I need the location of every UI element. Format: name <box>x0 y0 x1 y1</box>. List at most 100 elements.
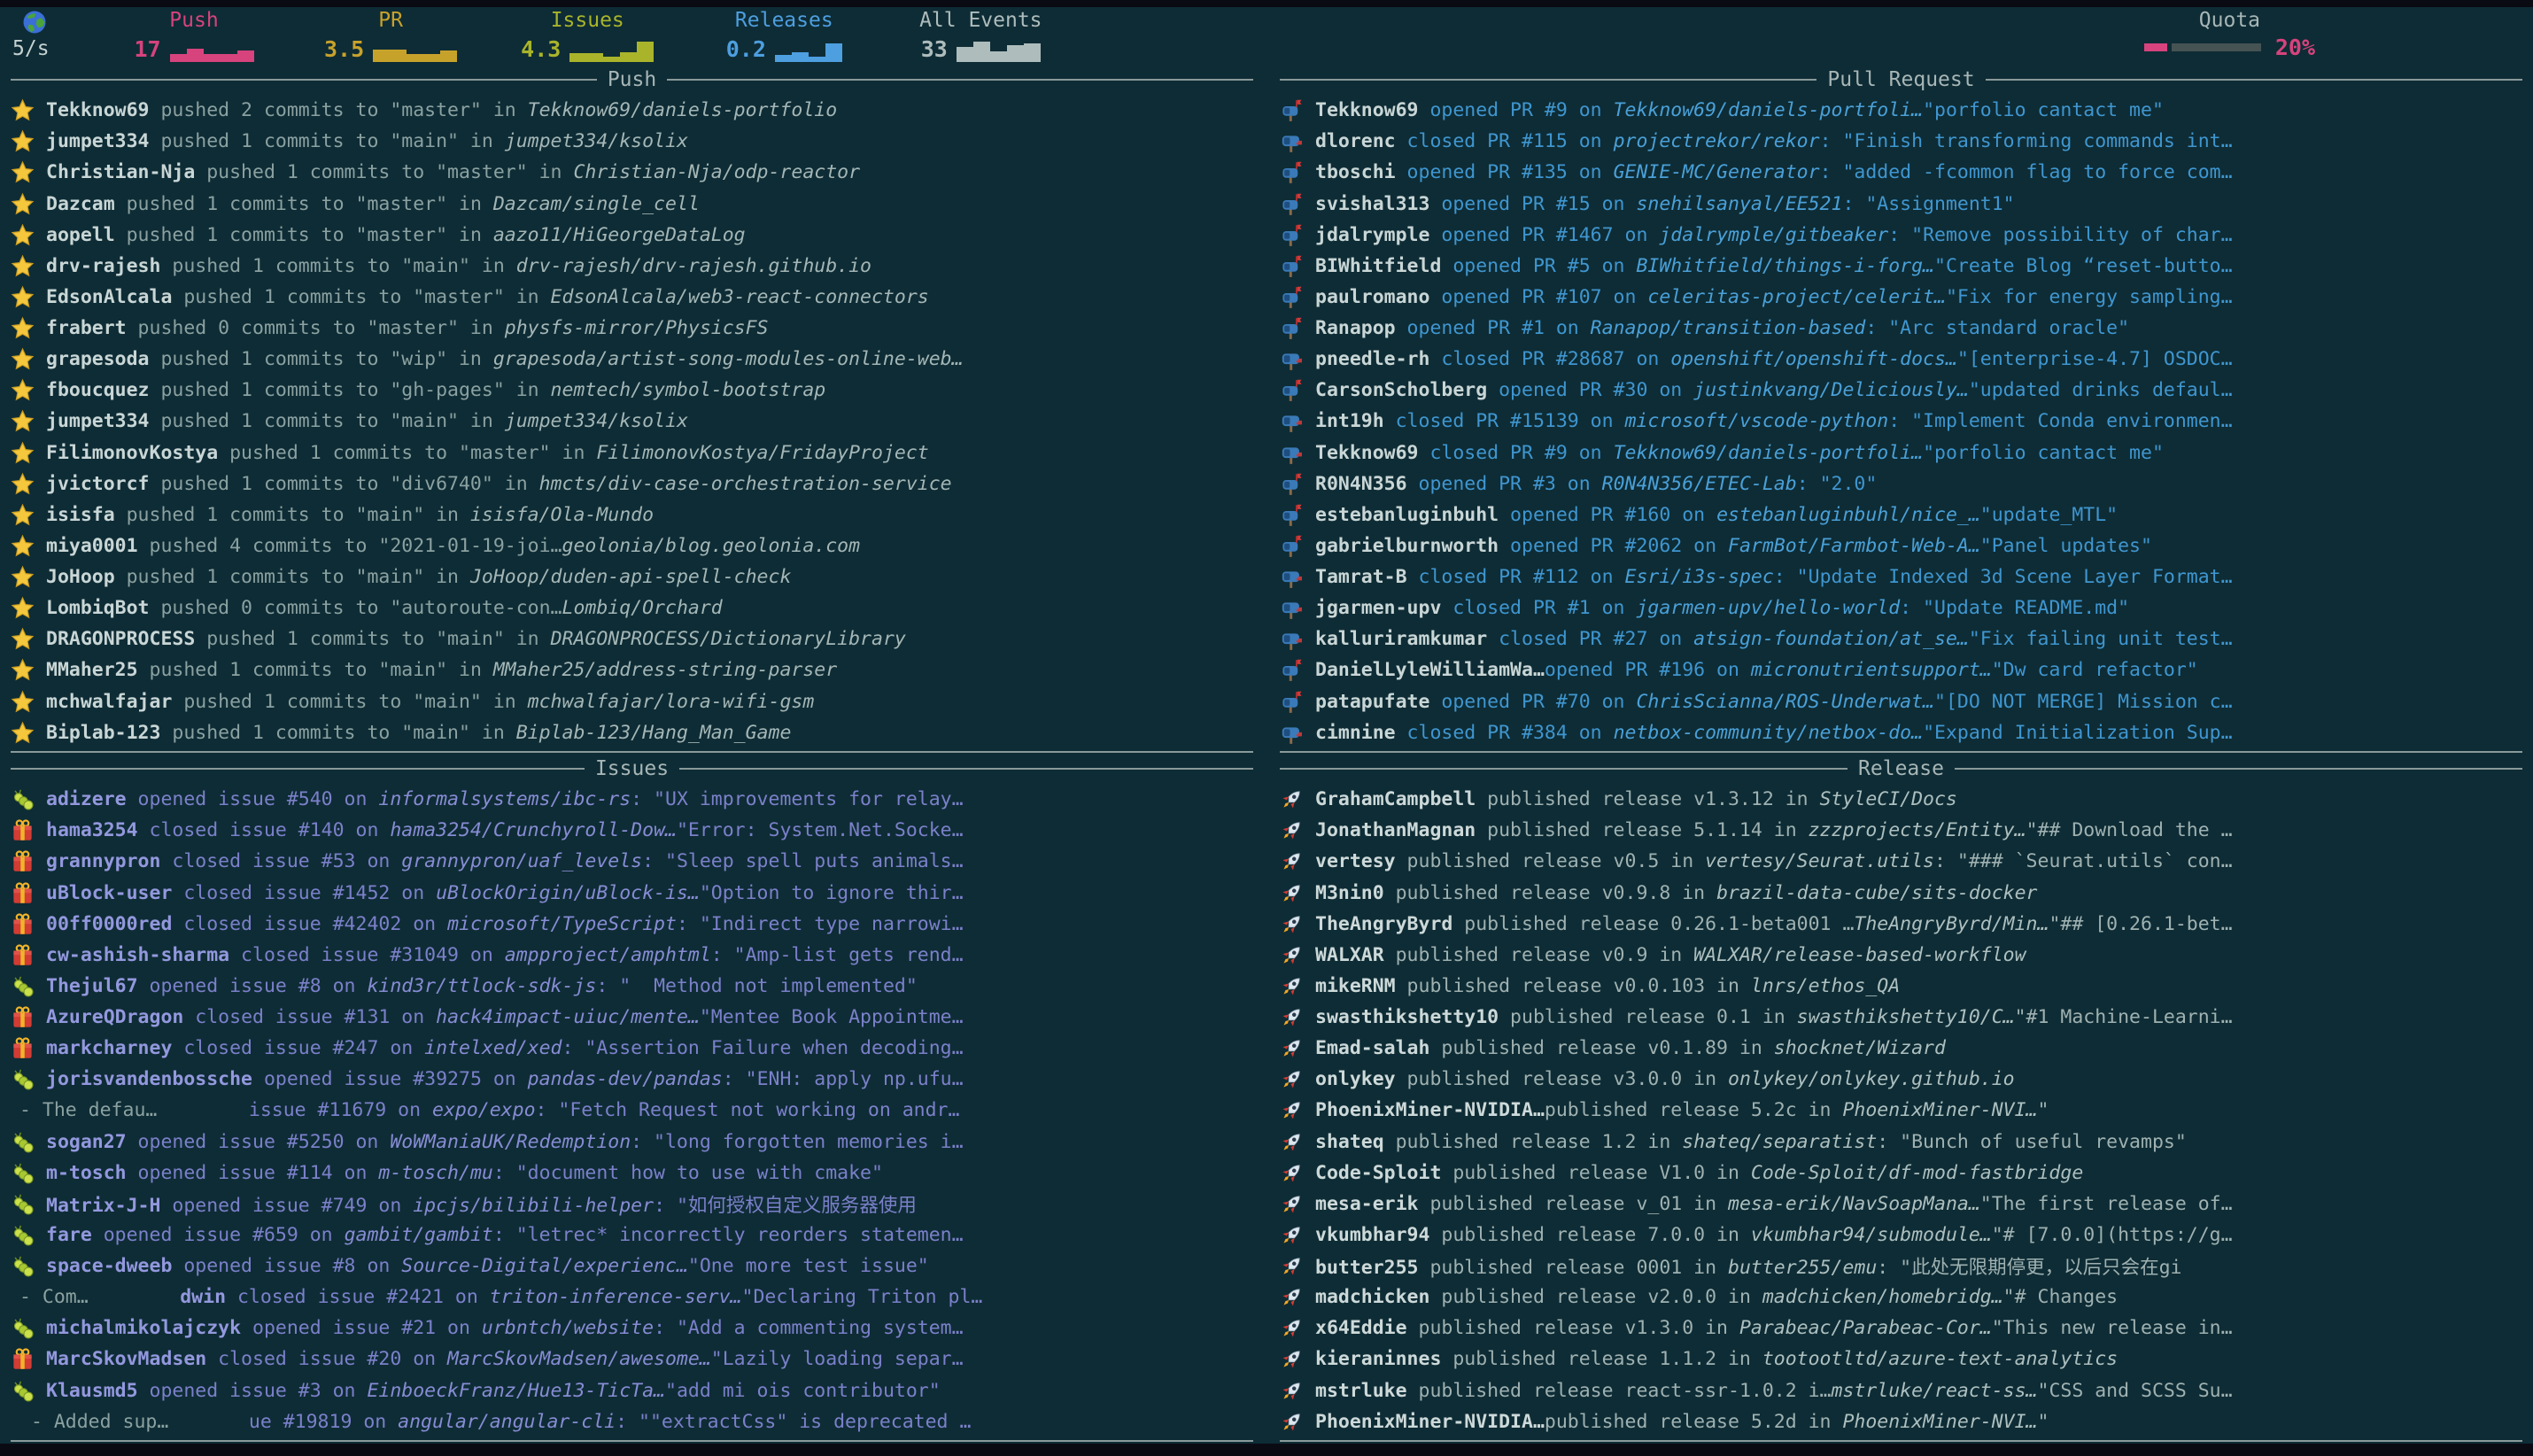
spark-bar <box>603 57 620 62</box>
event-row: grapesoda pushed 1 commits to "wip" in g… <box>11 345 1253 374</box>
star-icon <box>11 627 46 651</box>
event-text: jvictorcf pushed 1 commits to "div6740" … <box>46 473 952 495</box>
rocket-icon <box>1280 1379 1315 1403</box>
event-row: svishal313 opened PR #15 on snehilsanyal… <box>1280 190 2522 219</box>
event-text: GrahamCampbell published release v1.3.12… <box>1315 788 1957 810</box>
event-text: dlorenc closed PR #115 on projectrekor/r… <box>1315 130 2233 152</box>
spark-bar <box>809 57 825 62</box>
event-row: jgarmen-upv closed PR #1 on jgarmen-upv/… <box>1280 593 2522 623</box>
event-text: swasthikshetty10 published release 0.1 i… <box>1315 1006 2233 1028</box>
event-row: Christian-Nja pushed 1 commits to "maste… <box>11 158 1253 187</box>
star-icon <box>11 596 46 620</box>
event-row: GrahamCampbell published release v1.3.12… <box>1280 785 2522 814</box>
star-icon <box>11 534 46 558</box>
event-row: hama3254 closed issue #140 on hama3254/C… <box>11 816 1253 845</box>
event-row: jvictorcf pushed 1 commits to "div6740" … <box>11 469 1253 499</box>
event-text: MarcSkovMadsen closed issue #20 on MarcS… <box>46 1348 964 1370</box>
event-row: onlykey published release v3.0.0 in only… <box>1280 1065 2522 1094</box>
gauge-sparkline <box>170 36 254 62</box>
gauge-issues: Issues4.3 <box>521 9 654 66</box>
gauges: Push17PR3.5Issues4.3Releases0.2All Event… <box>128 9 1047 66</box>
star-icon <box>11 409 46 433</box>
event-text: Tamrat-B closed PR #112 on Esri/i3s-spec… <box>1315 566 2233 588</box>
rocket-icon <box>1280 881 1315 905</box>
event-text: JoHoop pushed 1 commits to "main" in JoH… <box>46 566 791 588</box>
spark-bar <box>825 43 842 62</box>
gauge-readout: 0.2 <box>726 33 842 62</box>
header: 5/s Push17PR3.5Issues4.3Releases0.2All E… <box>0 7 2533 66</box>
event-row: jumpet334 pushed 1 commits to "main" in … <box>11 127 1253 156</box>
event-row: adizere opened issue #540 on informalsys… <box>11 785 1253 814</box>
divider-line <box>11 751 1253 753</box>
event-row: FilimonovKostya pushed 1 commits to "mas… <box>11 438 1253 468</box>
gift-icon <box>11 849 46 873</box>
event-row: tboschi opened PR #135 on GENIE-MC/Gener… <box>1280 158 2522 187</box>
event-text: Tekknow69 closed PR #9 on Tekknow69/dani… <box>1315 442 2164 464</box>
gauge-value: 17 <box>134 36 160 62</box>
event-row: paulromano opened PR #107 on celeritas-p… <box>1280 283 2522 312</box>
mailbox-closed-icon <box>1280 596 1315 620</box>
event-text: BIWhitfield opened PR #5 on BIWhitfield/… <box>1315 255 2233 277</box>
rocket-icon <box>1280 1223 1315 1247</box>
mailbox-closed-icon <box>1280 627 1315 651</box>
event-text: cimnine closed PR #384 on netbox-communi… <box>1315 722 2233 744</box>
event-row: Emad-salah published release v0.1.89 in … <box>1280 1034 2522 1063</box>
globe-icon <box>21 9 48 37</box>
star-icon <box>11 721 46 745</box>
event-row: vertesy published release v0.5 in vertes… <box>1280 847 2522 876</box>
github-events-dashboard: 5/s Push17PR3.5Issues4.3Releases0.2All E… <box>0 0 2533 1456</box>
event-text: Biplab-123 pushed 1 commits to "main" in… <box>46 722 791 744</box>
spark-bar <box>775 55 792 62</box>
panel-title-text: Push <box>608 68 656 91</box>
event-row: butter255 published release 0001 in butt… <box>1280 1251 2522 1281</box>
event-text: mesa-erik published release v_01 in mesa… <box>1315 1193 2233 1215</box>
star-icon <box>11 472 46 496</box>
event-row: cimnine closed PR #384 on netbox-communi… <box>1280 718 2522 747</box>
event-text: mstrluke published release react-ssr-1.0… <box>1315 1380 2233 1402</box>
event-row: m-tosch opened issue #114 on m-tosch/mu:… <box>11 1158 1253 1188</box>
spark-bar <box>204 54 221 62</box>
panel-title-text: Release <box>1858 757 1944 780</box>
event-row: drv-rajesh pushed 1 commits to "main" in… <box>11 252 1253 281</box>
event-row: kalluriramkumar closed PR #27 on atsign-… <box>1280 624 2522 654</box>
event-row: cw-ashish-sharma closed issue #31049 on … <box>11 941 1253 970</box>
mailbox-closed-icon <box>1280 721 1315 745</box>
event-text: 00ff0000red closed issue #42402 on micro… <box>46 913 964 935</box>
event-row: space-dweeb opened issue #8 on Source-Di… <box>11 1251 1253 1281</box>
event-text: Christian-Nja pushed 1 commits to "maste… <box>46 161 860 183</box>
panel-title-text: Issues <box>595 757 669 780</box>
divider-line <box>11 79 597 81</box>
event-row: LombiqBot pushed 0 commits to "autoroute… <box>11 593 1253 623</box>
event-row: JoHoop pushed 1 commits to "main" in JoH… <box>11 562 1253 592</box>
event-row: jorisvandenbossche opened issue #39275 o… <box>11 1065 1253 1094</box>
quota-label: Quota <box>2199 9 2260 33</box>
quota-fill <box>2144 43 2167 51</box>
event-row: swasthikshetty10 published release 0.1 i… <box>1280 1003 2522 1032</box>
event-row: fare opened issue #659 on gambit/gambit:… <box>11 1220 1253 1250</box>
event-text: WALXAR published release v0.9 in WALXAR/… <box>1315 944 2026 966</box>
divider-line <box>1955 768 2522 770</box>
event-row: mikeRNM published release v0.0.103 in ln… <box>1280 972 2522 1001</box>
event-row: aopell pushed 1 commits to "master" in a… <box>11 221 1253 250</box>
gift-icon <box>11 1036 46 1060</box>
event-text: adizere opened issue #540 on informalsys… <box>46 788 964 810</box>
spark-bar <box>1007 45 1024 62</box>
event-text: tboschi opened PR #135 on GENIE-MC/Gener… <box>1315 161 2233 183</box>
event-row: fboucquez pushed 1 commits to "gh-pages"… <box>11 376 1253 405</box>
spark-bar <box>407 54 423 62</box>
panel-pull-request: Pull Request Tekknow69 opened PR #9 on T… <box>1280 66 2522 753</box>
mailbox-open-icon <box>1280 192 1315 216</box>
event-row: frabert pushed 0 commits to "master" in … <box>11 314 1253 343</box>
gauge-label: Issues <box>551 9 624 33</box>
panel-push-title: Push <box>11 66 1253 94</box>
spark-bar <box>440 50 457 62</box>
gauge-sparkline <box>373 36 457 62</box>
event-text: vertesy published release v0.5 in vertes… <box>1315 850 2233 872</box>
rocket-icon <box>1280 1130 1315 1154</box>
bug-icon <box>11 1067 46 1091</box>
pull-request-event-list: Tekknow69 opened PR #9 on Tekknow69/dani… <box>1280 94 2522 749</box>
star-icon <box>11 503 46 527</box>
quota-bar <box>2144 43 2261 51</box>
event-row: michalmikolajczyk opened issue #21 on ur… <box>11 1313 1253 1343</box>
rocket-icon <box>1280 818 1315 842</box>
